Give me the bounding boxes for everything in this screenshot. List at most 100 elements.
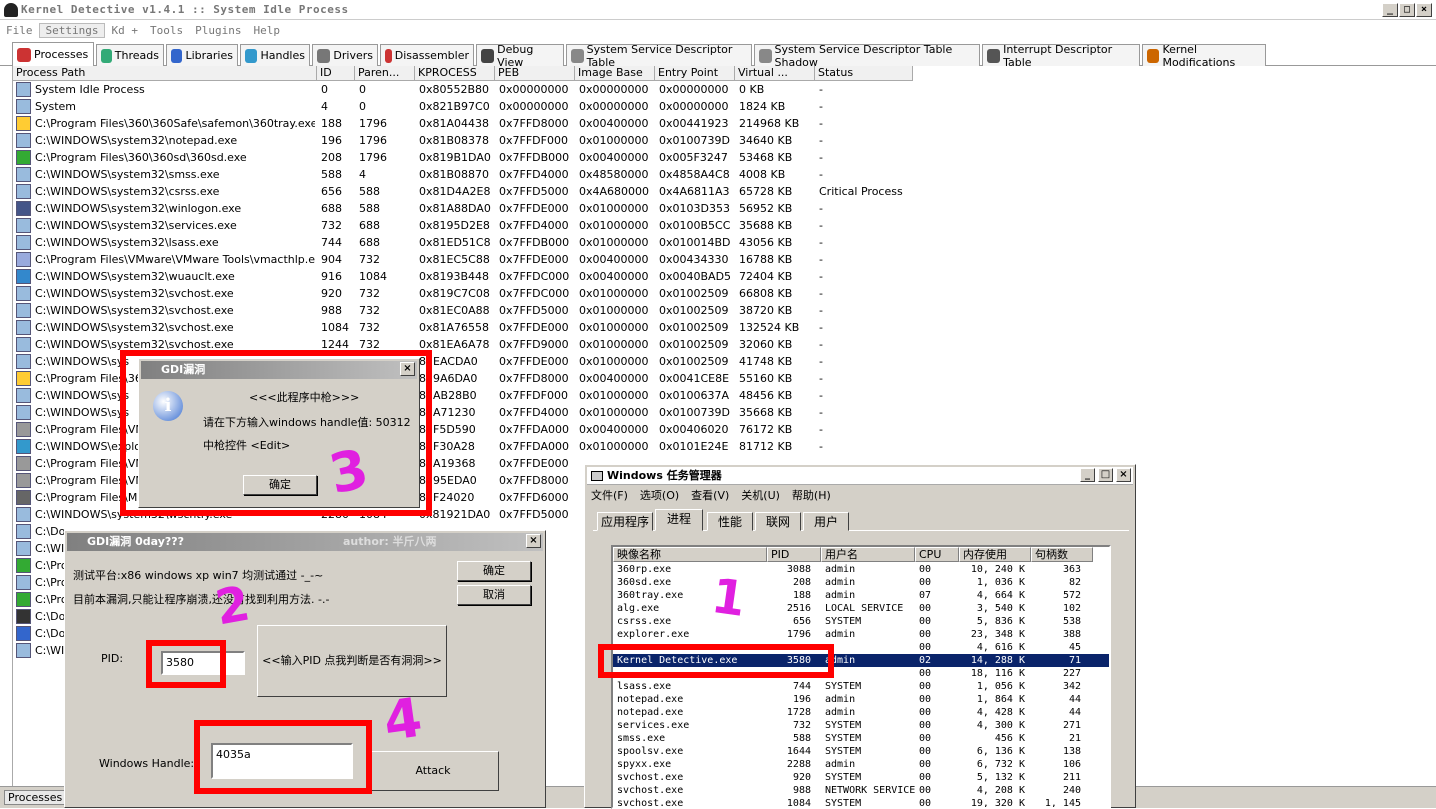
table-row[interactable]: System 4 0 0x821B97C0 0x00000000 0x00000000 0x… [13, 98, 1436, 115]
app-icon [4, 2, 18, 17]
table-row[interactable]: C:\Program Files\360\360Safe\safemon\360… [13, 115, 1436, 132]
tab-handles[interactable]: Handles [240, 44, 310, 66]
tm-table-row[interactable]: svchost.exe 920 SYSTEM 00 5, 132 K 211 [613, 771, 1109, 784]
tm-column-header[interactable]: 映像名称 [613, 547, 767, 562]
tm-table-row[interactable]: 360tray.exe 188 admin 07 4, 664 K 572 [613, 589, 1109, 602]
menu-settings[interactable]: Settings [38, 22, 106, 38]
tab-kernel-modifications[interactable]: Kernel Modifications [1142, 43, 1266, 69]
column-header[interactable]: PEB [495, 66, 575, 81]
tm-table-row[interactable]: svchost.exe 1084 SYSTEM 00 19, 320 K 1, 145 [613, 797, 1109, 807]
column-header[interactable]: Paren... [355, 66, 415, 81]
tm-table-cell: 1796 [786, 629, 811, 640]
tm-table-row[interactable]: alg.exe 2516 LOCAL SERVICE 00 3, 540 K 102 [613, 602, 1109, 615]
tm-table-cell: notepad.exe [617, 707, 684, 718]
tm-table-row[interactable]: csrss.exe 656 SYSTEM 00 5, 836 K 538 [613, 615, 1109, 628]
table-row[interactable]: C:\WINDOWS\system32\winlogon.exe 688 588 0x… [13, 200, 1436, 217]
tab-drivers[interactable]: Drivers [312, 44, 378, 66]
tm-table-row[interactable]: 360rp.exe 3088 admin 00 10, 240 K 363 [613, 563, 1109, 576]
tm-column-header[interactable]: CPU [915, 547, 959, 562]
table-row[interactable]: C:\WINDOWS\system32\services.exe 732 688 0x… [13, 217, 1436, 234]
minimize-button[interactable]: _ [1382, 3, 1398, 17]
column-header[interactable]: ID [317, 66, 355, 81]
title-bar: Kernel Detective v1.4.1 :: System Idle P… [0, 0, 1436, 20]
column-header[interactable]: KPROCESS [415, 66, 495, 81]
table-row[interactable]: C:\WINDOWS\system32\svchost.exe 1084 732 0x… [13, 319, 1436, 336]
tm-column-header[interactable]: PID [767, 547, 821, 562]
tm-table-cell: 3, 540 K [976, 603, 1025, 614]
table-cell: - [819, 355, 823, 368]
tab-interrupt-descriptor-table[interactable]: Interrupt Descriptor Table [982, 43, 1140, 69]
table-cell: 35668 KB [739, 406, 793, 419]
tm-maximize-button[interactable]: □ [1098, 468, 1113, 482]
tm-column-header[interactable]: 用户名 [821, 547, 915, 562]
tm-table-row[interactable]: svchost.exe 988 NETWORK SERVICE 00 4, 208 K 2… [613, 784, 1109, 797]
maximize-button[interactable]: □ [1399, 3, 1415, 17]
tm-table-row[interactable]: lsass.exe 744 SYSTEM 00 1, 056 K 342 [613, 680, 1109, 693]
tm-tab-2[interactable]: 性能 [707, 512, 753, 531]
tm-column-header[interactable]: 内存使用 [959, 547, 1031, 562]
column-header[interactable]: Image Base [575, 66, 655, 81]
menu-help[interactable]: Help [247, 24, 286, 37]
tm-menu-options[interactable]: 选项(O) [640, 487, 679, 505]
menu-kd[interactable]: Kd + [105, 24, 144, 37]
table-cell: 588 [321, 168, 342, 181]
table-row[interactable]: C:\WINDOWS\system32\svchost.exe 920 732 0x8… [13, 285, 1436, 302]
table-row[interactable]: C:\WINDOWS\system32\csrss.exe 656 588 0x81D… [13, 183, 1436, 200]
tm-table-row[interactable]: explorer.exe 1796 admin 00 23, 348 K 388 [613, 628, 1109, 641]
table-row[interactable]: C:\WINDOWS\system32\smss.exe 588 4 0x81B088… [13, 166, 1436, 183]
menu-plugins[interactable]: Plugins [189, 24, 247, 37]
tm-table-cell: 3088 [786, 564, 811, 575]
table-row[interactable]: C:\WINDOWS\system32\svchost.exe 988 732 0x8… [13, 302, 1436, 319]
close-button[interactable]: × [1416, 3, 1432, 17]
column-header[interactable]: Virtual ... [735, 66, 815, 81]
attack-button[interactable]: Attack [367, 751, 499, 791]
process-icon [16, 218, 31, 233]
menu-tools[interactable]: Tools [144, 24, 189, 37]
tm-table-row[interactable]: services.exe 732 SYSTEM 00 4, 300 K 271 [613, 719, 1109, 732]
tab-threads[interactable]: Threads [96, 44, 164, 66]
cancel-button[interactable]: 取消 [457, 585, 531, 605]
table-cell: 0x01002509 [659, 287, 729, 300]
table-row[interactable]: C:\Program Files\VMware\VMware Tools\vma… [13, 251, 1436, 268]
tm-tab-4[interactable]: 用户 [803, 512, 849, 531]
column-header[interactable]: Process Path [13, 66, 317, 81]
tm-tab-0[interactable]: 应用程序 [597, 512, 653, 531]
tm-minimize-button[interactable]: _ [1080, 468, 1095, 482]
table-row[interactable]: C:\WINDOWS\system32\wuauclt.exe 916 1084 0x… [13, 268, 1436, 285]
tm-table-row[interactable]: spyxx.exe 2288 admin 00 6, 732 K 106 [613, 758, 1109, 771]
tm-table-row[interactable]: smss.exe 588 SYSTEM 00 456 K 21 [613, 732, 1109, 745]
tm-close-button[interactable]: × [1116, 468, 1131, 482]
tab-processes[interactable]: Processes [12, 42, 94, 66]
tab-debug-view[interactable]: Debug View [476, 43, 564, 69]
table-row[interactable]: C:\Program Files\360\360sd\360sd.exe 208 1… [13, 149, 1436, 166]
tm-tab-3[interactable]: 联网 [755, 512, 801, 531]
tm-table-row[interactable]: notepad.exe 196 admin 00 1, 864 K 44 [613, 693, 1109, 706]
tm-menu-help[interactable]: 帮助(H) [792, 487, 831, 505]
menu-file[interactable]: File [0, 24, 39, 37]
tab-system-service-descriptor-table[interactable]: System Service Descriptor Table [566, 43, 752, 69]
check-vuln-button[interactable]: <<输入PID 点我判断是否有洞洞>> [257, 625, 447, 697]
tm-table-row[interactable]: spoolsv.exe 1644 SYSTEM 00 6, 136 K 138 [613, 745, 1109, 758]
tm-menu-view[interactable]: 查看(V) [691, 487, 729, 505]
tab-system-service-descriptor-table-shadow[interactable]: System Service Descriptor Table Shadow [754, 43, 980, 69]
tm-column-header[interactable]: 句柄数 [1031, 547, 1093, 562]
table-row[interactable]: C:\WINDOWS\system32\lsass.exe 744 688 0x81E… [13, 234, 1436, 251]
tm-table-row[interactable]: notepad.exe 1728 admin 00 4, 428 K 44 [613, 706, 1109, 719]
table-cell: C:\Program Files\360\360sd\360sd.exe [35, 151, 247, 164]
table-cell: 916 [321, 270, 342, 283]
tab-disassembler[interactable]: Disassembler [380, 44, 474, 66]
tm-table-cell: 388 [1062, 629, 1081, 640]
tm-table-row[interactable]: 360sd.exe 208 admin 00 1, 036 K 82 [613, 576, 1109, 589]
column-header[interactable]: Status [815, 66, 913, 81]
tab-libraries[interactable]: Libraries [166, 44, 238, 66]
confirm-button[interactable]: 确定 [457, 561, 531, 581]
tm-menu-shutdown[interactable]: 关机(U) [741, 487, 780, 505]
gdi-0day-close-button[interactable]: × [526, 534, 541, 548]
table-row[interactable]: C:\WINDOWS\system32\notepad.exe 196 1796 0x… [13, 132, 1436, 149]
tm-tab-1[interactable]: 进程 [655, 509, 703, 531]
table-row[interactable]: System Idle Process 0 0 0x80552B80 0x0000000… [13, 81, 1436, 98]
column-header[interactable]: Entry Point [655, 66, 735, 81]
tm-table-cell: 00 [919, 616, 932, 627]
tm-table-cell: lsass.exe [617, 681, 672, 692]
tm-menu-file[interactable]: 文件(F) [591, 487, 628, 505]
